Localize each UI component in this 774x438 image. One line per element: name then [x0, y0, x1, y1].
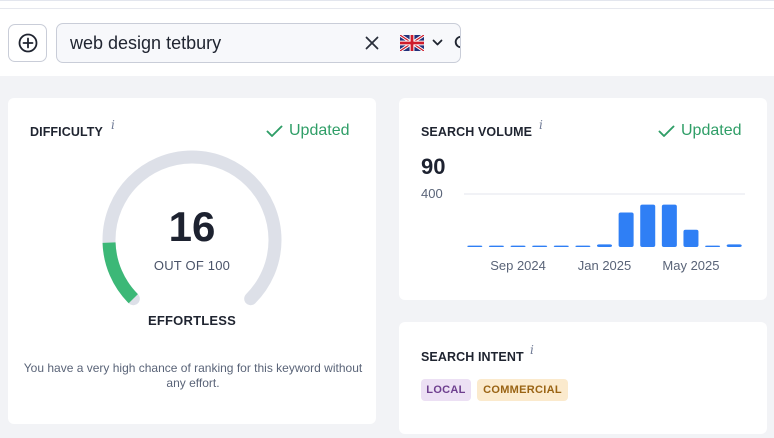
chart-bar: [488, 245, 504, 247]
updated-label: Updated: [289, 122, 350, 139]
checkmark-icon: [266, 125, 283, 137]
search-volume-info-icon[interactable]: i: [539, 118, 543, 132]
search-volume-chart: 400 Sep 2024 Jan 2025 May 2025: [421, 186, 745, 273]
chart-bar: [705, 245, 721, 247]
difficulty-label: EFFORTLESS: [148, 313, 236, 328]
chart-bar: [661, 204, 677, 247]
difficulty-info-icon[interactable]: i: [111, 118, 115, 132]
clear-button[interactable]: [355, 24, 389, 62]
close-icon: [365, 36, 379, 50]
chart-bar: [575, 245, 591, 247]
toolbar: [0, 0, 774, 76]
chart-bar: [618, 212, 634, 247]
difficulty-title: DIFFICULTY: [30, 125, 103, 139]
search-volume-value: 90: [421, 154, 446, 179]
keyword-input[interactable]: [57, 24, 355, 62]
difficulty-updated-status: Updated: [266, 122, 350, 140]
chart-bar: [640, 204, 656, 247]
chart-x-tick-label: May 2025: [662, 258, 719, 273]
top-divider: [0, 8, 774, 9]
checkmark-icon: [658, 125, 675, 137]
search-intent-title: SEARCH INTENT: [421, 350, 524, 364]
chart-x-tick-label: Sep 2024: [490, 258, 546, 273]
chart-bar: [597, 244, 612, 247]
search-intent-card: [399, 322, 767, 434]
chart-y-tick-label: 400: [421, 186, 443, 201]
search-button[interactable]: [454, 24, 460, 62]
chart-bar: [467, 245, 483, 247]
search-volume-title: SEARCH VOLUME: [421, 125, 533, 139]
intent-tag-local: LOCAL: [421, 379, 471, 401]
plus-circle-icon: [18, 33, 37, 53]
intent-tag-commercial: COMMERCIAL: [477, 379, 568, 401]
difficulty-value: 16: [168, 203, 216, 250]
difficulty-description: You have a very high chance of ranking f…: [23, 361, 363, 390]
updated-label: Updated: [681, 122, 742, 139]
search-icon: [454, 35, 460, 48]
uk-flag-icon: [400, 35, 424, 51]
chart-bar: [553, 245, 569, 247]
add-keyword-button[interactable]: [8, 24, 47, 62]
chart-bar: [726, 244, 742, 247]
difficulty-out-of: OUT OF 100: [153, 258, 231, 273]
country-select[interactable]: [389, 24, 454, 62]
chevron-down-icon: [432, 39, 443, 46]
search-intent-info-icon[interactable]: i: [530, 343, 534, 357]
keyword-search-box: [56, 23, 461, 63]
chart-bar: [510, 245, 526, 247]
chart-bar: [532, 245, 548, 247]
chart-x-tick-label: Jan 2025: [578, 258, 632, 273]
search-volume-updated-status: Updated: [658, 122, 742, 140]
chart-bar: [683, 229, 699, 247]
